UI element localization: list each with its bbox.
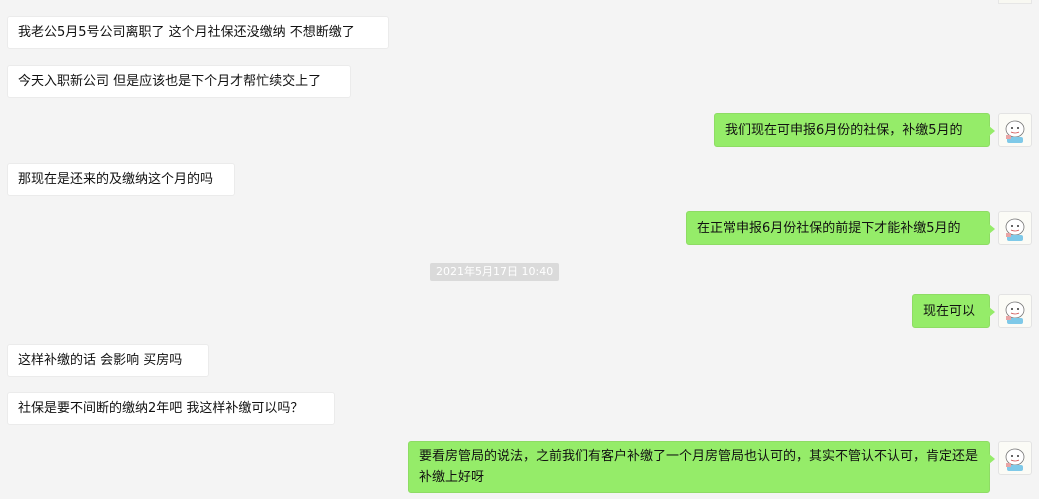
chat-window: 我老公5月5号公司离职了 这个月社保还没缴纳 不想断缴了 今天入职新公司 但是应… (0, 0, 1039, 499)
message-text: 今天入职新公司 但是应该也是下个月才帮忙续交上了 (18, 74, 322, 89)
message-text: 在正常申报6月份社保的前提下才能补缴5月的 (697, 221, 961, 236)
incoming-message-bubble[interactable]: 我老公5月5号公司离职了 这个月社保还没缴纳 不想断缴了 (7, 16, 389, 49)
cartoon-avatar-icon (1005, 120, 1025, 143)
avatar[interactable] (998, 441, 1032, 475)
timestamp: 2021年5月17日 10:40 (430, 263, 560, 281)
outgoing-message-bubble[interactable]: 要看房管局的说法，之前我们有客户补缴了一个月房管局也认可的，其实不管认不认可，肯… (408, 441, 995, 493)
outgoing-message-bubble[interactable]: 现在可以 (912, 294, 995, 328)
message-text: 要看房管局的说法，之前我们有客户补缴了一个月房管局也认可的，其实不管认不认可，肯… (419, 449, 979, 485)
incoming-message-bubble[interactable]: 这样补缴的话 会影响 买房吗 (7, 344, 209, 377)
outgoing-message-bubble[interactable]: 在正常申报6月份社保的前提下才能补缴5月的 (686, 211, 995, 245)
cartoon-avatar-icon (1005, 218, 1025, 241)
incoming-message-bubble[interactable]: 那现在是还来的及缴纳这个月的吗 (7, 163, 235, 196)
message-text: 社保是要不间断的缴纳2年吧 我这样补缴可以吗？ (18, 401, 304, 416)
message-text: 这样补缴的话 会影响 买房吗 (18, 353, 183, 368)
avatar[interactable] (998, 211, 1032, 245)
avatar[interactable] (998, 113, 1032, 147)
cartoon-avatar-icon (1005, 448, 1025, 471)
message-text: 我们现在可申报6月份的社保，补缴5月的 (725, 123, 963, 138)
message-text: 我老公5月5号公司离职了 这个月社保还没缴纳 不想断缴了 (18, 25, 355, 40)
cartoon-avatar-icon (1005, 301, 1025, 324)
message-text: 那现在是还来的及缴纳这个月的吗 (18, 172, 214, 187)
message-text: 现在可以 (923, 304, 976, 319)
incoming-message-bubble[interactable]: 社保是要不间断的缴纳2年吧 我这样补缴可以吗？ (7, 392, 335, 425)
outgoing-message-bubble[interactable]: 我们现在可申报6月份的社保，补缴5月的 (714, 113, 995, 147)
avatar-partial (998, 0, 1032, 4)
avatar[interactable] (998, 294, 1032, 328)
incoming-message-bubble[interactable]: 今天入职新公司 但是应该也是下个月才帮忙续交上了 (7, 65, 351, 98)
